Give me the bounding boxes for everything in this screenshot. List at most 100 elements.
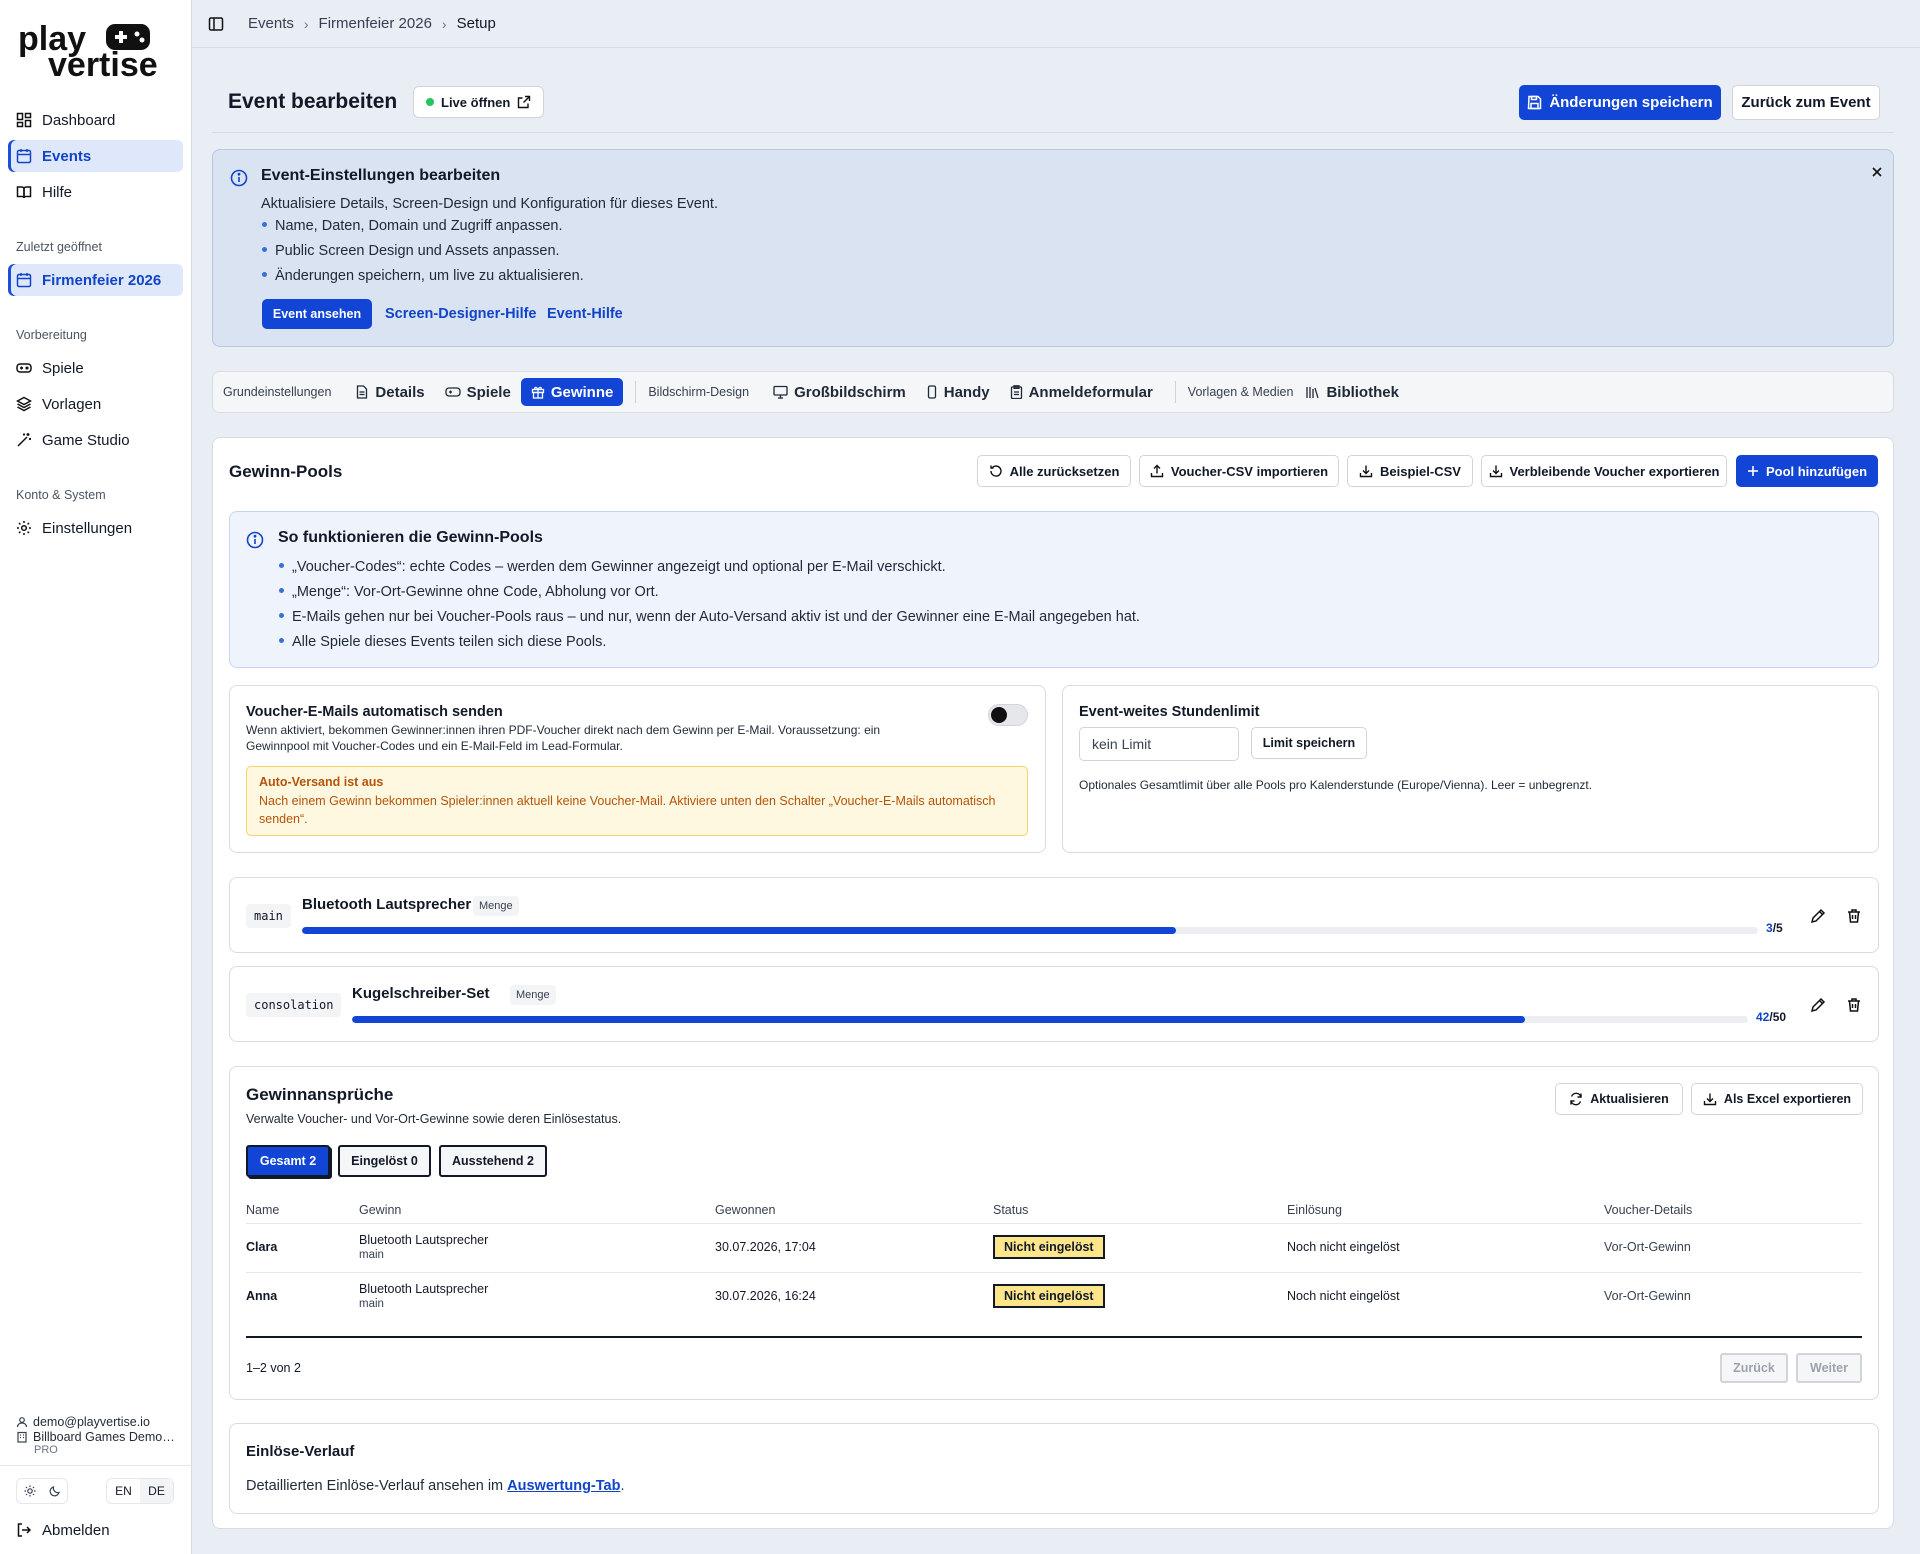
table-row[interactable]: Clara Bluetooth Lautsprecher main 30.07.… — [246, 1223, 1862, 1272]
banner-bullet: Änderungen speichern, um live zu aktuali… — [261, 264, 584, 289]
pools-howto-box: So funktionieren die Gewinn-Pools „Vouch… — [229, 511, 1879, 668]
tab-handy[interactable]: Handy — [916, 378, 1000, 406]
sun-icon[interactable] — [24, 1485, 36, 1497]
column-header-name[interactable]: Name — [246, 1203, 279, 1217]
tab-bibliothek[interactable]: Bibliothek — [1295, 378, 1409, 406]
breadcrumb-events[interactable]: Events — [248, 15, 294, 32]
nav-hilfe[interactable]: Hilfe — [8, 176, 183, 208]
filter-total[interactable]: Gesamt 2 — [246, 1145, 330, 1177]
pool-count-total: /50 — [1769, 1010, 1787, 1024]
gamepad-icon — [16, 360, 32, 376]
tab-details[interactable]: Details — [345, 378, 434, 406]
pool-type-badge: Menge — [510, 985, 556, 1005]
claim-voucher-details: Vor-Ort-Gewinn — [1604, 1289, 1691, 1303]
nav-dashboard-label: Dashboard — [42, 111, 116, 129]
export-remaining-button[interactable]: Verbleibende Voucher exportieren — [1481, 455, 1727, 487]
gift-icon — [531, 385, 545, 399]
lang-de-button[interactable]: DE — [140, 1479, 173, 1503]
edit-icon[interactable] — [1808, 906, 1828, 926]
claim-name: Clara — [246, 1240, 278, 1254]
nav-vorlagen[interactable]: Vorlagen — [8, 388, 183, 420]
moon-icon[interactable] — [49, 1485, 61, 1497]
view-event-button[interactable]: Event ansehen — [262, 299, 372, 329]
sample-csv-button[interactable]: Beispiel-CSV — [1347, 455, 1473, 487]
playvertise-logo[interactable]: play vertise — [18, 20, 168, 80]
tab-anmeldeformular[interactable]: Anmeldeformular — [1000, 378, 1163, 406]
claims-title: Gewinnansprüche — [246, 1085, 394, 1104]
table-row[interactable]: Anna Bluetooth Lautsprecher main 30.07.2… — [246, 1272, 1862, 1321]
history-text-period: . — [620, 1478, 625, 1494]
column-header-voucher-details[interactable]: Voucher-Details — [1604, 1203, 1692, 1217]
nav-events-label: Events — [42, 147, 92, 165]
refresh-button[interactable]: Aktualisieren — [1555, 1083, 1683, 1115]
breadcrumb-event[interactable]: Firmenfeier 2026 — [319, 15, 432, 32]
history-text-label: Detaillierten Einlöse-Verlauf ansehen im — [246, 1478, 504, 1494]
column-header-prize[interactable]: Gewinn — [359, 1203, 401, 1217]
refresh-icon — [1569, 1092, 1583, 1106]
tab-grossbildschirm[interactable]: Großbildschirm — [763, 378, 916, 406]
auto-mail-toggle[interactable] — [988, 704, 1028, 726]
document-icon — [355, 385, 369, 399]
recent-event-item[interactable]: Firmenfeier 2026 — [8, 264, 183, 296]
reset-all-button[interactable]: Alle zurücksetzen — [977, 455, 1131, 487]
nav-spiele[interactable]: Spiele — [8, 352, 183, 384]
prize-pools-card: Gewinn-Pools Alle zurücksetzen Voucher-C… — [212, 437, 1894, 1529]
org-name[interactable]: Billboard Games Demo… — [16, 1430, 175, 1444]
add-pool-button[interactable]: Pool hinzufügen — [1736, 455, 1878, 487]
tab-group-templates: Vorlagen & Medien — [1187, 385, 1294, 399]
claim-redemption: Noch nicht eingelöst — [1287, 1240, 1400, 1254]
pool-name: Bluetooth Lautsprecher — [302, 896, 472, 913]
logout-button[interactable]: Abmelden — [8, 1514, 183, 1546]
nav-game-studio[interactable]: Game Studio — [8, 424, 183, 456]
event-help-link[interactable]: Event-Hilfe — [547, 306, 623, 322]
auto-mail-card: Voucher-E-Mails automatisch senden Wenn … — [229, 685, 1046, 853]
building-icon — [16, 1431, 28, 1443]
edit-icon[interactable] — [1808, 995, 1828, 1015]
column-header-won[interactable]: Gewonnen — [715, 1203, 775, 1217]
hour-limit-input[interactable] — [1079, 727, 1239, 761]
chevron-right-icon: › — [303, 15, 309, 32]
nav-einstellungen[interactable]: Einstellungen — [8, 512, 183, 544]
claims-description: Verwalte Voucher- und Vor-Ort-Gewinne so… — [246, 1112, 622, 1126]
pagination-next-button[interactable]: Weiter — [1796, 1353, 1862, 1383]
analytics-tab-link[interactable]: Auswertung-Tab — [507, 1478, 620, 1494]
save-limit-button[interactable]: Limit speichern — [1251, 727, 1367, 759]
user-icon — [16, 1416, 28, 1428]
screen-designer-help-link[interactable]: Screen-Designer-Hilfe — [385, 306, 537, 322]
banner-title: Event-Einstellungen bearbeiten — [261, 167, 501, 184]
close-icon[interactable] — [1870, 165, 1884, 179]
back-to-event-button[interactable]: Zurück zum Event — [1732, 85, 1880, 120]
column-header-redemption[interactable]: Einlösung — [1287, 1203, 1342, 1217]
trash-icon[interactable] — [1844, 906, 1864, 926]
status-badge: Nicht eingelöst — [993, 1235, 1105, 1259]
filter-pending[interactable]: Ausstehend 2 — [439, 1145, 547, 1177]
sidebar: play vertise Dashboard Events Hilfe Zule… — [0, 0, 192, 1554]
tab-gewinne[interactable]: Gewinne — [520, 378, 624, 406]
nav-spiele-label: Spiele — [42, 359, 84, 377]
claim-prize: Bluetooth Lautsprecher — [359, 1282, 489, 1296]
sidebar-toggle-icon[interactable] — [208, 16, 224, 32]
pagination-prev-button[interactable]: Zurück — [1720, 1353, 1788, 1383]
hour-limit-card: Event-weites Stundenlimit Limit speicher… — [1062, 685, 1879, 853]
export-excel-button[interactable]: Als Excel exportieren — [1691, 1083, 1863, 1115]
top-bar: Events › Firmenfeier 2026 › Setup — [192, 0, 1920, 48]
lang-en-button[interactable]: EN — [107, 1479, 140, 1503]
column-header-status[interactable]: Status — [993, 1203, 1028, 1217]
nav-dashboard[interactable]: Dashboard — [8, 104, 183, 136]
claim-name: Anna — [246, 1289, 278, 1303]
import-csv-button[interactable]: Voucher-CSV importieren — [1139, 455, 1339, 487]
table-bottom-border — [246, 1336, 1862, 1338]
download-icon — [1359, 464, 1373, 478]
live-status-dot — [426, 98, 434, 106]
claim-pool: main — [359, 1298, 384, 1310]
download-icon — [1489, 464, 1503, 478]
nav-events[interactable]: Events — [8, 140, 183, 172]
filter-redeemed[interactable]: Eingelöst 0 — [338, 1145, 431, 1177]
theme-toggle — [16, 1478, 68, 1504]
tab-divider — [1174, 381, 1176, 403]
live-open-button[interactable]: Live öffnen — [413, 86, 545, 118]
trash-icon[interactable] — [1844, 995, 1864, 1015]
save-changes-button[interactable]: Änderungen speichern — [1519, 85, 1721, 120]
tab-spiele[interactable]: Spiele — [435, 378, 521, 406]
tab-gewinne-label: Gewinne — [550, 383, 614, 401]
